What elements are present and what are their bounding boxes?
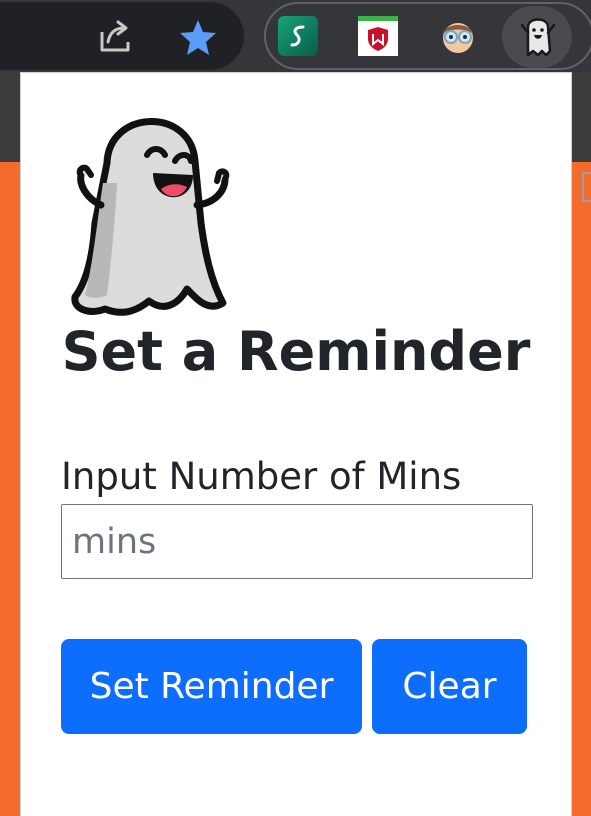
page-title: Set a Reminder xyxy=(61,320,531,383)
extension-popup: Set a Reminder Input Number of Mins Set … xyxy=(21,73,571,816)
browser-toolbar xyxy=(0,0,591,72)
clear-button[interactable]: Clear xyxy=(372,639,527,734)
extension-shield-icon[interactable] xyxy=(358,16,398,56)
extension-s-icon[interactable] xyxy=(278,16,318,56)
set-reminder-button[interactable]: Set Reminder xyxy=(61,639,362,734)
ghost-icon xyxy=(69,113,235,317)
partial-toolbar-icon xyxy=(582,172,591,202)
share-icon[interactable] xyxy=(96,16,136,56)
bookmark-star-icon[interactable] xyxy=(176,16,220,60)
extension-ghost-icon[interactable] xyxy=(516,12,560,60)
extension-face-icon[interactable] xyxy=(436,16,480,56)
mins-field-label: Input Number of Mins xyxy=(61,455,462,498)
mins-input[interactable] xyxy=(61,504,533,579)
